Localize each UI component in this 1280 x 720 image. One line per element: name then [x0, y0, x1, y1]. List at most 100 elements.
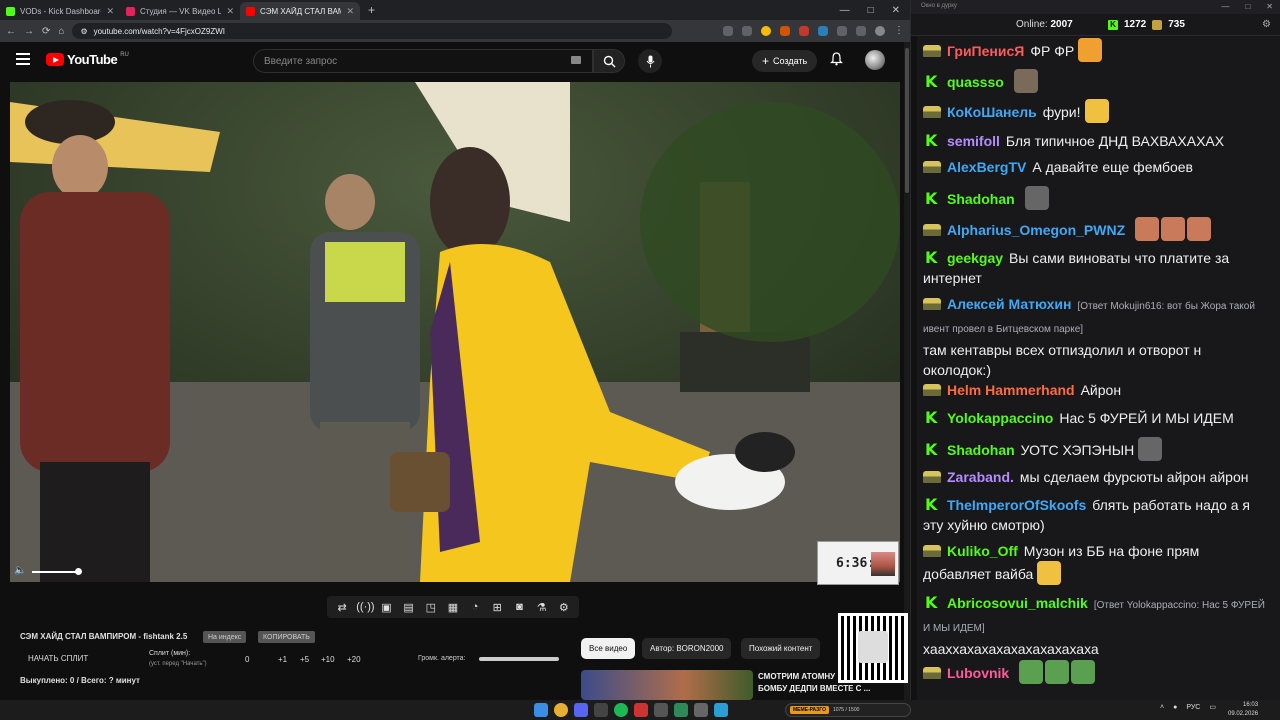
menu-icon[interactable]: ⋮: [894, 26, 904, 36]
forward-icon[interactable]: →: [24, 26, 34, 37]
gear-icon[interactable]: ⚙: [556, 601, 572, 614]
broadcast-icon[interactable]: ((·)): [356, 601, 374, 613]
search-button[interactable]: [593, 49, 625, 73]
extension-icon[interactable]: [780, 26, 790, 36]
extension-icon[interactable]: [799, 26, 809, 36]
volume-icon[interactable]: 🔈: [14, 565, 26, 576]
pip-icon[interactable]: ◳: [423, 601, 439, 614]
create-button[interactable]: + Создать: [752, 50, 818, 72]
alert-volume-slider[interactable]: [479, 657, 559, 661]
tab-kick-dashboard[interactable]: VODs - Kick Dashboard ✕: [0, 2, 120, 20]
repeat-icon[interactable]: ⇄: [334, 601, 350, 614]
discord-icon[interactable]: [574, 703, 588, 717]
steam-icon[interactable]: [594, 703, 608, 717]
recommendation-title-line2[interactable]: БОМБУ ДЕДПИ ВМЕСТЕ С ...: [758, 684, 870, 693]
home-icon[interactable]: ⌂: [58, 26, 64, 37]
maximize-button[interactable]: □: [868, 5, 874, 16]
translate-icon[interactable]: [742, 26, 752, 36]
chat-username[interactable]: Алексей Матюхин: [947, 296, 1071, 312]
close-tab-icon[interactable]: ✕: [226, 6, 234, 17]
chat-username[interactable]: КоКоШанель: [947, 104, 1037, 120]
obs-icon[interactable]: [654, 703, 668, 717]
recommendation-thumbnail[interactable]: [581, 670, 753, 700]
add-icon[interactable]: ⊞: [489, 601, 505, 614]
flask-icon[interactable]: ⚗: [534, 601, 550, 614]
download-icon[interactable]: [856, 26, 866, 36]
bookmark-icon[interactable]: [761, 26, 771, 36]
notifications-bell-icon[interactable]: [830, 52, 843, 69]
recommendation-title[interactable]: СМОТРИМ АТОМНУ: [758, 672, 835, 681]
close-tab-icon[interactable]: ✕: [106, 6, 114, 17]
keyboard-icon[interactable]: [571, 56, 581, 64]
frames-icon[interactable]: ▦: [445, 601, 461, 614]
chat-username[interactable]: Lubovnik: [947, 665, 1009, 681]
screen-icon[interactable]: ▣: [378, 601, 394, 614]
copy-button[interactable]: КОПИРОВАТЬ: [258, 631, 315, 643]
chip-all-videos[interactable]: Все видео: [581, 638, 636, 659]
chrome-icon[interactable]: [554, 703, 568, 717]
speed-icon[interactable]: ◔: [467, 601, 483, 613]
tab-vk-studio[interactable]: Студия — VK Видео Live ✕: [120, 2, 240, 20]
network-icon[interactable]: ▭: [1209, 703, 1216, 711]
chevron-up-icon[interactable]: ˄: [1160, 704, 1164, 711]
settings-icon[interactable]: ⚙: [1262, 19, 1271, 30]
youtube-logo[interactable]: YouTube RU: [46, 52, 129, 67]
chat-username[interactable]: AlexBergTV: [947, 159, 1026, 175]
app-icon[interactable]: [674, 703, 688, 717]
screen-icon[interactable]: [723, 26, 733, 36]
chat-username[interactable]: Abricosovui_malchik: [947, 595, 1088, 611]
maximize-button[interactable]: □: [1245, 2, 1250, 11]
telegram-icon[interactable]: [714, 703, 728, 717]
chat-username[interactable]: TheImperorOfSkoofs: [947, 497, 1086, 513]
extension-icon[interactable]: [818, 26, 828, 36]
close-window-button[interactable]: ✕: [1266, 2, 1273, 11]
volume-slider-handle[interactable]: [75, 568, 82, 575]
increment-1-button[interactable]: +1: [278, 655, 287, 664]
app-icon[interactable]: [694, 703, 708, 717]
start-icon[interactable]: [534, 703, 548, 717]
account-avatar[interactable]: [865, 50, 885, 70]
chat-username[interactable]: Alpharius_Omegon_PWNZ: [947, 222, 1125, 238]
increment-20-button[interactable]: +20: [347, 655, 361, 664]
minimize-button[interactable]: —: [840, 5, 850, 16]
microphone-icon[interactable]: ●: [1173, 704, 1177, 711]
camera-icon[interactable]: ◙: [511, 601, 527, 613]
chat-username[interactable]: Yolokappaccino: [947, 410, 1053, 426]
reload-icon[interactable]: ⟳: [42, 26, 50, 37]
search-input[interactable]: Введите запрос: [253, 49, 593, 73]
voice-search-button[interactable]: [638, 49, 662, 73]
chat-username[interactable]: Shadohan: [947, 442, 1015, 458]
site-info-icon[interactable]: ⚙: [80, 27, 87, 36]
chip-author[interactable]: Автор: BORON2000: [642, 638, 732, 659]
language-indicator[interactable]: РУС: [1186, 704, 1200, 711]
increment-5-button[interactable]: +5: [300, 655, 309, 664]
profile-icon[interactable]: [875, 26, 885, 36]
start-split-button[interactable]: НАЧАТЬ СПЛИТ: [28, 654, 88, 663]
chat-username[interactable]: Zaraband.: [947, 469, 1014, 485]
puzzle-icon[interactable]: [837, 26, 847, 36]
chat-username[interactable]: Kuliko_Off: [947, 543, 1018, 559]
chat-username[interactable]: quassso: [947, 74, 1004, 90]
volume-slider[interactable]: [32, 571, 78, 573]
tab-youtube-video[interactable]: СЭМ ХАЙД СТАЛ ВАМПИ ✕: [240, 2, 360, 20]
video-player[interactable]: [10, 82, 900, 582]
app-icon[interactable]: [634, 703, 648, 717]
chip-related[interactable]: Похожий контент: [741, 638, 821, 659]
chat-username[interactable]: semifoll: [947, 133, 1000, 149]
new-tab-button[interactable]: +: [360, 3, 383, 17]
url-input[interactable]: ⚙ youtube.com/watch?v=4FjcxOZ9ZWI: [72, 23, 673, 39]
media-widget[interactable]: МЕМЕ-РАЗГО 1075 / 1500: [785, 703, 911, 717]
increment-10-button[interactable]: +10: [321, 655, 335, 664]
index-button[interactable]: На индекс: [203, 631, 247, 643]
chat-username[interactable]: geekgay: [947, 250, 1003, 266]
film-icon[interactable]: ▤: [401, 601, 417, 614]
minimize-button[interactable]: —: [1221, 2, 1229, 11]
back-icon[interactable]: ←: [6, 26, 16, 37]
close-tab-icon[interactable]: ✕: [346, 6, 354, 17]
system-clock[interactable]: 16:03 09.02.2026: [1228, 701, 1258, 719]
chat-username[interactable]: ГриПенисЯ: [947, 43, 1024, 59]
scrollbar-thumb[interactable]: [905, 48, 909, 193]
chat-username[interactable]: Helm Hammerhand: [947, 382, 1075, 398]
chat-username[interactable]: Shadohan: [947, 191, 1015, 207]
close-window-button[interactable]: ✕: [892, 5, 900, 16]
